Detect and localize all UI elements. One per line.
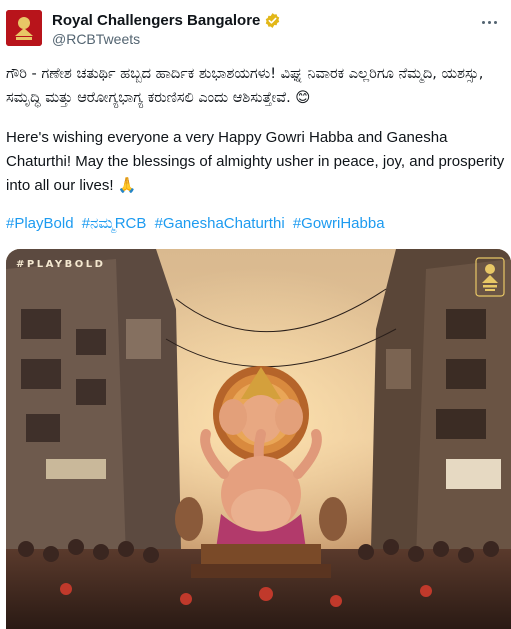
hashtag-list: #PlayBold #ನಮ್ಮRCB #GaneshaChaturthi #Go…	[6, 212, 506, 236]
ganesha-illustration	[6, 249, 511, 629]
avatar[interactable]	[6, 10, 42, 46]
tweet-body: ಗೌರಿ - ಗಣೇಶ ಚತುರ್ಥಿ ಹಬ್ಬದ ಹಾರ್ದಿಕ ಶುಭಾಶಯ…	[6, 62, 506, 236]
name-row: Royal Challengers Bangalore	[52, 12, 281, 29]
account-handle[interactable]: @RCBTweets	[52, 31, 140, 47]
more-options-icon[interactable]	[477, 14, 501, 30]
hashtag-playbold[interactable]: #PlayBold	[6, 215, 74, 232]
tweet-media-image[interactable]: #PLAYBOLD	[6, 249, 511, 629]
rcb-logo-icon	[475, 257, 505, 297]
hashtag-gowrihabba[interactable]: #GowriHabba	[293, 215, 385, 232]
tweet-card: Royal Challengers Bangalore @RCBTweets ಗ…	[0, 0, 511, 629]
hashtag-ganeshachaturthi[interactable]: #GaneshaChaturthi	[155, 215, 285, 232]
account-name[interactable]: Royal Challengers Bangalore	[52, 12, 260, 29]
verified-badge-icon	[264, 12, 281, 29]
hashtag-nammarcb[interactable]: #ನಮ್ಮRCB	[82, 215, 147, 232]
playbold-overlay-text: #PLAYBOLD	[16, 259, 106, 270]
tweet-kannada-text: ಗೌರಿ - ಗಣೇಶ ಚತುರ್ಥಿ ಹಬ್ಬದ ಹಾರ್ದಿಕ ಶುಭಾಶಯ…	[6, 66, 484, 106]
tweet-english-text: Here's wishing everyone a very Happy Gow…	[6, 129, 505, 194]
tweet-header: Royal Challengers Bangalore @RCBTweets	[6, 10, 511, 50]
